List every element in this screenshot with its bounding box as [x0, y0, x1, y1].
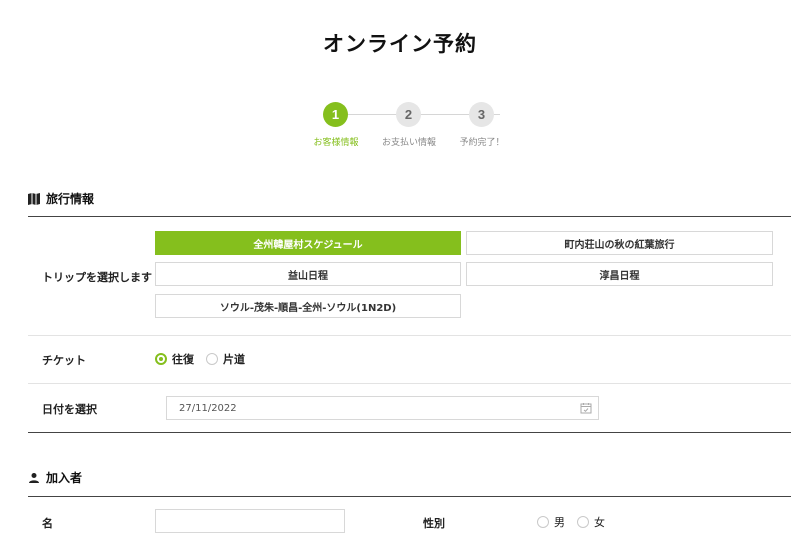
- step-1-circle: 1: [323, 102, 348, 127]
- row-divider: [28, 335, 791, 336]
- trip-option-iksan[interactable]: 益山日程: [155, 262, 461, 286]
- gender-label: 性別: [423, 517, 445, 530]
- ticket-roundtrip-radio[interactable]: [155, 353, 167, 365]
- calendar-icon[interactable]: [580, 402, 592, 414]
- person-icon: [28, 472, 40, 484]
- step-3-label: 予約完了！: [459, 138, 505, 148]
- step-2-circle: 2: [396, 102, 421, 127]
- step-connector: [348, 114, 396, 115]
- name-input[interactable]: [155, 509, 345, 533]
- step-3-circle: 3: [469, 102, 494, 127]
- gender-male-label: 男: [554, 516, 565, 529]
- travel-section-title: 旅行情報: [46, 192, 95, 206]
- participant-section-header: 加入者: [28, 469, 82, 486]
- section-divider: [28, 216, 791, 217]
- date-input[interactable]: 27/11/2022: [166, 396, 599, 420]
- section-divider: [28, 432, 791, 433]
- gender-male-radio[interactable]: [537, 516, 549, 528]
- trip-select-label: トリップを選択します: [42, 271, 152, 284]
- map-icon: [28, 192, 40, 205]
- gender-radio-group: 男 女: [537, 514, 617, 530]
- section-divider: [28, 496, 791, 497]
- gender-female-label: 女: [594, 516, 605, 529]
- ticket-roundtrip-label: 往復: [172, 353, 194, 366]
- participant-section-title: 加入者: [46, 471, 83, 485]
- ticket-radio-group: 往復 片道: [155, 351, 257, 367]
- trip-option-jeonju-hanok[interactable]: 全州韓屋村スケジュール: [155, 231, 461, 255]
- step-connector: [494, 114, 500, 115]
- trip-option-autumn-leaves[interactable]: 町内荘山の秋の紅葉旅行: [466, 231, 773, 255]
- row-divider: [28, 383, 791, 384]
- date-value: 27/11/2022: [179, 402, 237, 414]
- date-label: 日付を選択: [42, 403, 97, 416]
- step-1-label: お客様情報: [313, 138, 359, 148]
- page-title: オンライン予約: [323, 32, 477, 56]
- ticket-oneway-radio[interactable]: [206, 353, 218, 365]
- progress-stepper: 1 2 3 お客様情報 お支払い情報 予約完了！: [300, 102, 530, 152]
- travel-section-header: 旅行情報: [28, 190, 94, 207]
- trip-option-sunchang[interactable]: 淳昌日程: [466, 262, 773, 286]
- step-connector: [421, 114, 469, 115]
- gender-female-radio[interactable]: [577, 516, 589, 528]
- ticket-label: チケット: [42, 354, 86, 367]
- step-2-label: お支払い情報: [381, 138, 437, 148]
- name-label: 名: [42, 517, 53, 530]
- trip-option-seoul-loop[interactable]: ソウル-茂朱-順昌-全州-ソウル(1N2D): [155, 294, 461, 318]
- ticket-oneway-label: 片道: [223, 353, 245, 366]
